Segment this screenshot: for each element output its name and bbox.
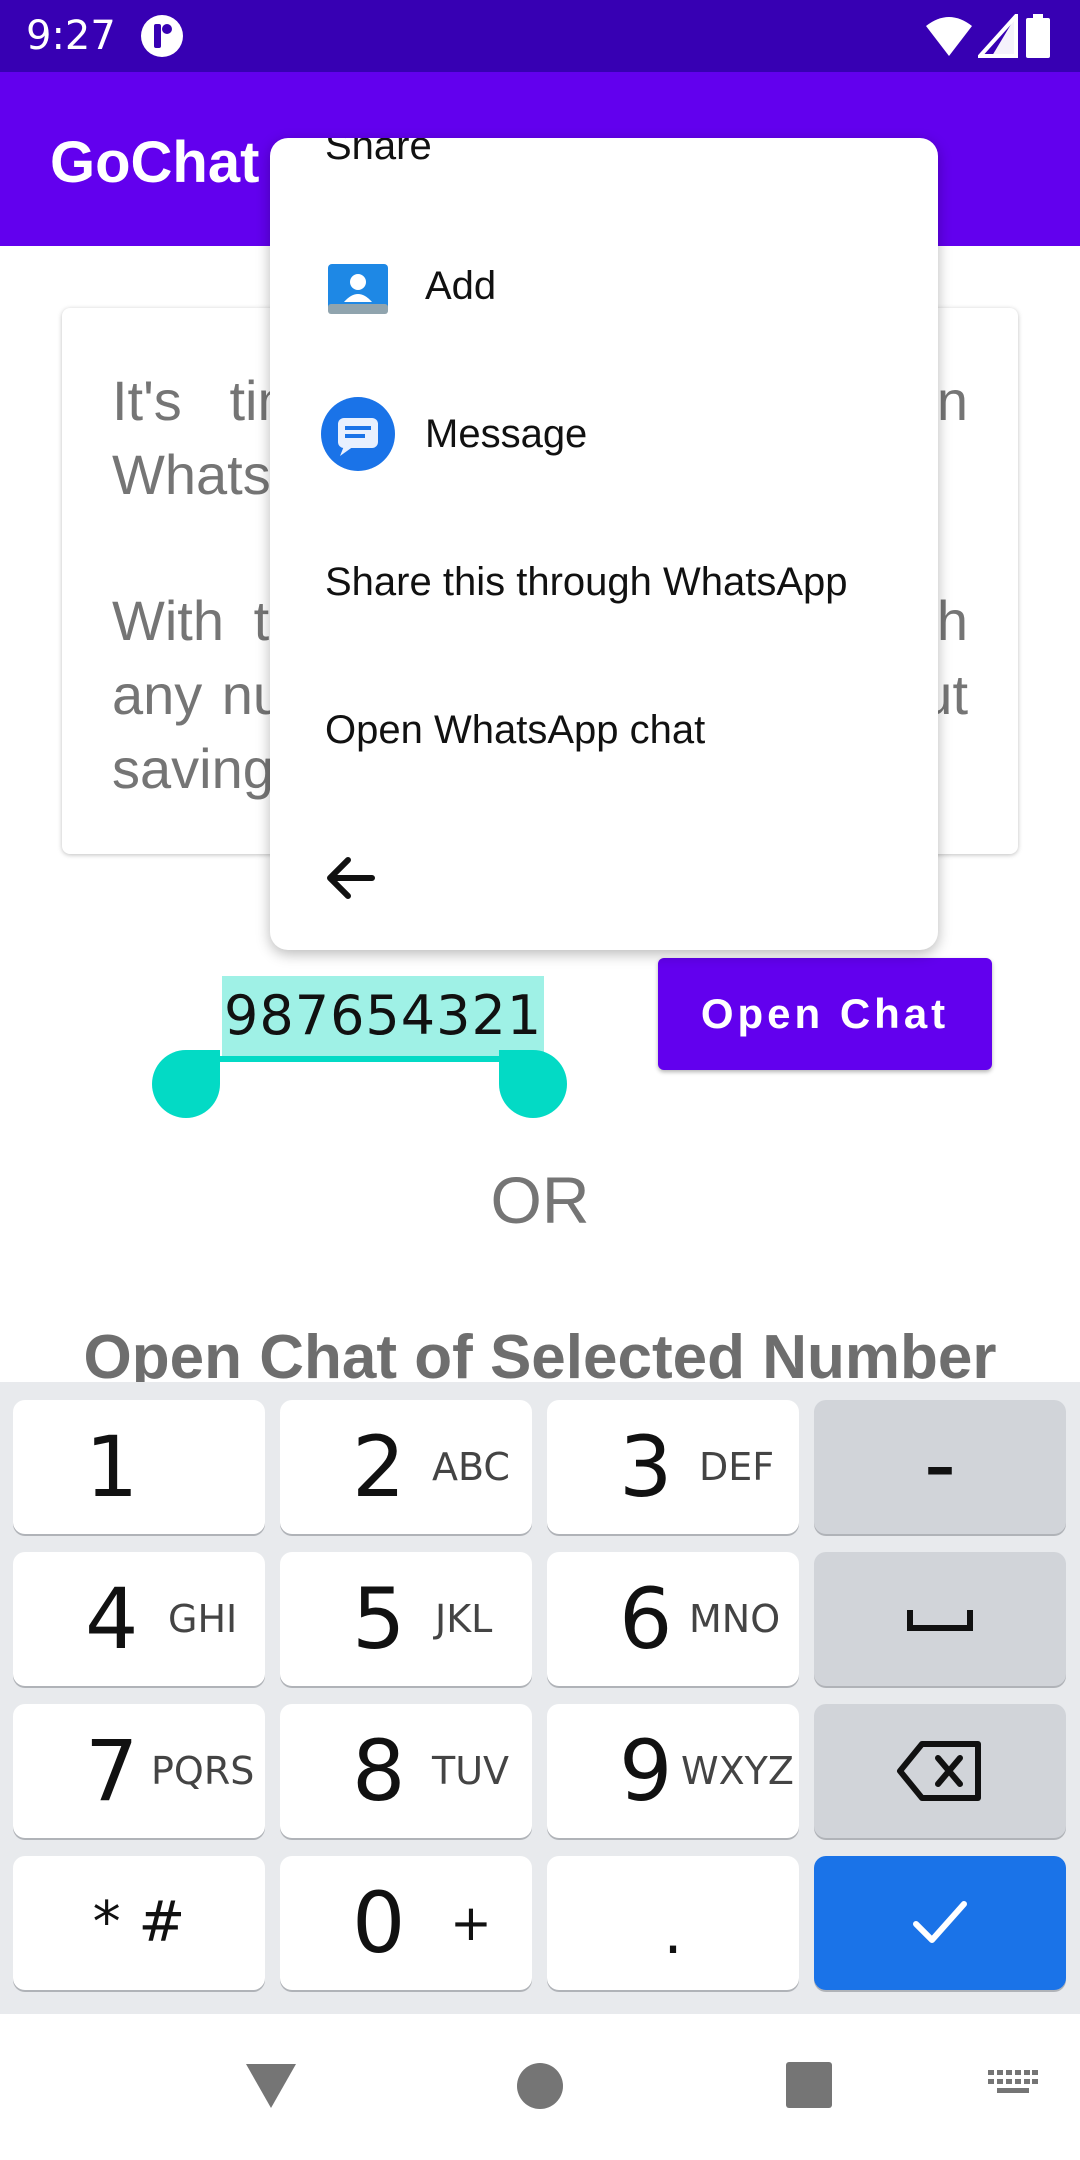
key-8[interactable]: 8 TUV [280, 1704, 532, 1838]
messages-icon [321, 397, 395, 471]
arrow-back-icon[interactable] [310, 838, 390, 918]
status-bar: 9:27 [0, 0, 1080, 72]
recents-square-icon[interactable] [786, 2062, 832, 2108]
phone-number-input[interactable]: 987654321 [220, 976, 545, 1062]
navigation-bar [0, 2014, 1080, 2160]
key-space[interactable] [814, 1552, 1066, 1686]
battery-icon [1026, 14, 1050, 58]
menu-item-add[interactable]: Add [270, 226, 938, 346]
menu-item-open-whatsapp-chat[interactable]: Open WhatsApp chat [270, 670, 938, 790]
key-5[interactable]: 5 JKL [280, 1552, 532, 1686]
menu-item-add-label: Add [425, 264, 497, 308]
key-backspace[interactable] [814, 1704, 1066, 1838]
input-underline [220, 1056, 500, 1062]
home-circle-icon[interactable] [516, 2062, 564, 2110]
back-triangle-icon[interactable] [244, 2062, 298, 2110]
open-chat-button[interactable]: Open Chat [658, 958, 992, 1070]
key-1[interactable]: 1 [13, 1400, 265, 1534]
key-star-hash[interactable]: * # [13, 1856, 265, 1990]
key-2[interactable]: 2 ABC [280, 1400, 532, 1534]
selection-handle-end[interactable] [499, 1050, 567, 1118]
key-dot[interactable]: . [547, 1856, 799, 1990]
selection-handle-start[interactable] [152, 1050, 220, 1118]
check-icon [913, 1901, 967, 1943]
key-0[interactable]: 0 + [280, 1856, 532, 1990]
app-notification-icon [141, 15, 183, 57]
menu-item-open-whatsapp-chat-label: Open WhatsApp chat [325, 708, 706, 752]
key-9[interactable]: 9 WXYZ [547, 1704, 799, 1838]
menu-item-message[interactable]: Message [270, 374, 938, 494]
contacts-add-icon [328, 264, 388, 314]
menu-item-message-label: Message [425, 412, 588, 456]
menu-item-share-whatsapp-label: Share this through WhatsApp [325, 560, 848, 604]
numeric-keyboard: 1 2 ABC 3 DEF – 4 GHI 5 JKL 6 MNO 7 PQRS… [0, 1382, 1080, 2014]
key-3[interactable]: 3 DEF [547, 1400, 799, 1534]
or-label: OR [490, 1163, 590, 1237]
key-done[interactable] [814, 1856, 1066, 1990]
status-time: 9:27 [26, 13, 116, 59]
key-7[interactable]: 7 PQRS [13, 1704, 265, 1838]
app-title: GoChat [50, 130, 260, 195]
space-icon [907, 1610, 973, 1631]
key-6[interactable]: 6 MNO [547, 1552, 799, 1686]
cell-signal-icon [978, 14, 1018, 58]
menu-item-share-whatsapp[interactable]: Share this through WhatsApp [270, 522, 938, 642]
phone-number-selected-text[interactable]: 987654321 [222, 976, 545, 1056]
key-minus[interactable]: – [814, 1400, 1066, 1534]
menu-item-share[interactable]: Share [325, 138, 432, 172]
text-selection-popup-menu: Share Add Message Share this through Wha… [270, 138, 938, 950]
keyboard-switch-icon[interactable] [988, 2070, 1038, 2100]
key-4[interactable]: 4 GHI [13, 1552, 265, 1686]
wifi-icon [926, 17, 972, 56]
backspace-icon [897, 1741, 981, 1801]
